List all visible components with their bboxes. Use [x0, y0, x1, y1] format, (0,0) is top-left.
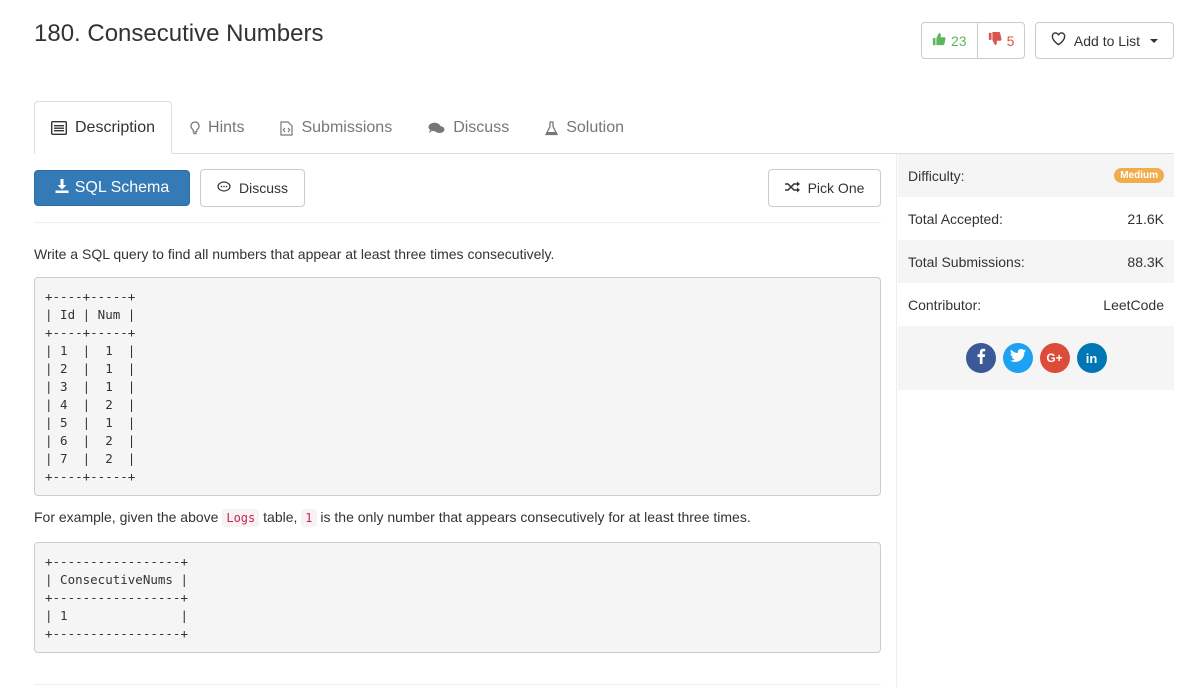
- discuss-button[interactable]: Discuss: [200, 169, 305, 207]
- code-file-icon: [280, 120, 294, 136]
- tab-description[interactable]: Description: [34, 101, 173, 154]
- downvote-button[interactable]: 5: [976, 23, 1025, 58]
- thumbs-down-icon: [988, 32, 1002, 49]
- accepted-label: Total Accepted:: [908, 210, 1003, 227]
- comment-icon: [217, 180, 231, 196]
- pick-one-label: Pick One: [807, 180, 865, 196]
- comments-icon: [428, 122, 445, 135]
- problem-description: Write a SQL query to find all numbers th…: [34, 246, 555, 262]
- example-text: For example, given the above Logs table,…: [34, 509, 751, 527]
- discuss-label: Discuss: [238, 180, 288, 196]
- description-icon: [51, 120, 67, 135]
- result-table-example: +-----------------+ | ConsecutiveNums | …: [34, 542, 881, 653]
- thumbs-up-icon: [932, 32, 946, 49]
- tab-label: Submissions: [301, 119, 393, 136]
- submissions-value: 88.3K: [1127, 253, 1164, 270]
- page-title: 180. Consecutive Numbers: [34, 20, 324, 47]
- tab-discuss[interactable]: Discuss: [410, 102, 527, 154]
- sql-schema-label: SQL Schema: [74, 179, 170, 196]
- inline-code-one: 1: [301, 509, 317, 527]
- linkedin-icon: in: [1085, 350, 1098, 366]
- tab-label: Hints: [208, 119, 245, 136]
- facebook-icon: [976, 348, 986, 369]
- add-to-list-label: Add to List: [1073, 32, 1141, 49]
- accepted-row: Total Accepted: 21.6K: [898, 197, 1174, 240]
- google-plus-icon: G+: [1046, 351, 1063, 365]
- problem-sidebar: Difficulty: Medium Total Accepted: 21.6K…: [896, 154, 1174, 687]
- chevron-down-icon: [1150, 38, 1159, 43]
- pick-one-button[interactable]: Pick One: [768, 169, 881, 207]
- difficulty-badge: Medium: [1114, 168, 1164, 183]
- example-middle: table,: [259, 509, 302, 525]
- twitter-icon: [1009, 348, 1026, 367]
- logs-table-example: +----+-----+ | Id | Num | +----+-----+ |…: [34, 277, 881, 496]
- downvote-count: 5: [1006, 32, 1015, 49]
- upvote-button[interactable]: 23: [922, 23, 977, 58]
- submissions-row: Total Submissions: 88.3K: [898, 240, 1174, 283]
- difficulty-row: Difficulty: Medium: [898, 154, 1174, 197]
- problem-tabs: Description Hints Submissions Discuss So…: [34, 101, 1174, 154]
- sql-schema-button[interactable]: SQL Schema: [34, 170, 190, 206]
- difficulty-label: Difficulty:: [908, 167, 965, 184]
- tab-label: Description: [75, 118, 156, 136]
- vote-group: 23 5: [921, 22, 1026, 59]
- example-prefix: For example, given the above: [34, 509, 223, 525]
- heart-icon: [1051, 32, 1066, 49]
- flask-icon: [545, 120, 559, 136]
- example-suffix: is the only number that appears consecut…: [316, 509, 751, 525]
- google-plus-share-button[interactable]: G+: [1039, 343, 1070, 373]
- tab-submissions[interactable]: Submissions: [262, 102, 410, 154]
- divider: [34, 684, 881, 685]
- accepted-value: 21.6K: [1127, 210, 1164, 227]
- facebook-share-button[interactable]: [965, 343, 996, 373]
- share-buttons: G+ in: [898, 326, 1174, 390]
- submissions-label: Total Submissions:: [908, 253, 1025, 270]
- tab-solution[interactable]: Solution: [527, 102, 642, 154]
- contributor-value: LeetCode: [1103, 296, 1164, 313]
- inline-code-logs: Logs: [222, 509, 260, 527]
- divider: [34, 222, 881, 223]
- twitter-share-button[interactable]: [1002, 343, 1033, 373]
- tab-label: Solution: [566, 119, 625, 136]
- tab-hints[interactable]: Hints: [172, 102, 262, 154]
- contributor-label: Contributor:: [908, 296, 982, 313]
- upvote-count: 23: [951, 32, 967, 49]
- linkedin-share-button[interactable]: in: [1076, 343, 1107, 373]
- add-to-list-button[interactable]: Add to List: [1035, 22, 1174, 59]
- tab-label: Discuss: [453, 119, 510, 136]
- download-icon: [55, 178, 69, 198]
- contributor-row: Contributor: LeetCode: [898, 283, 1174, 326]
- lightbulb-icon: [190, 120, 200, 136]
- shuffle-icon: [784, 180, 800, 196]
